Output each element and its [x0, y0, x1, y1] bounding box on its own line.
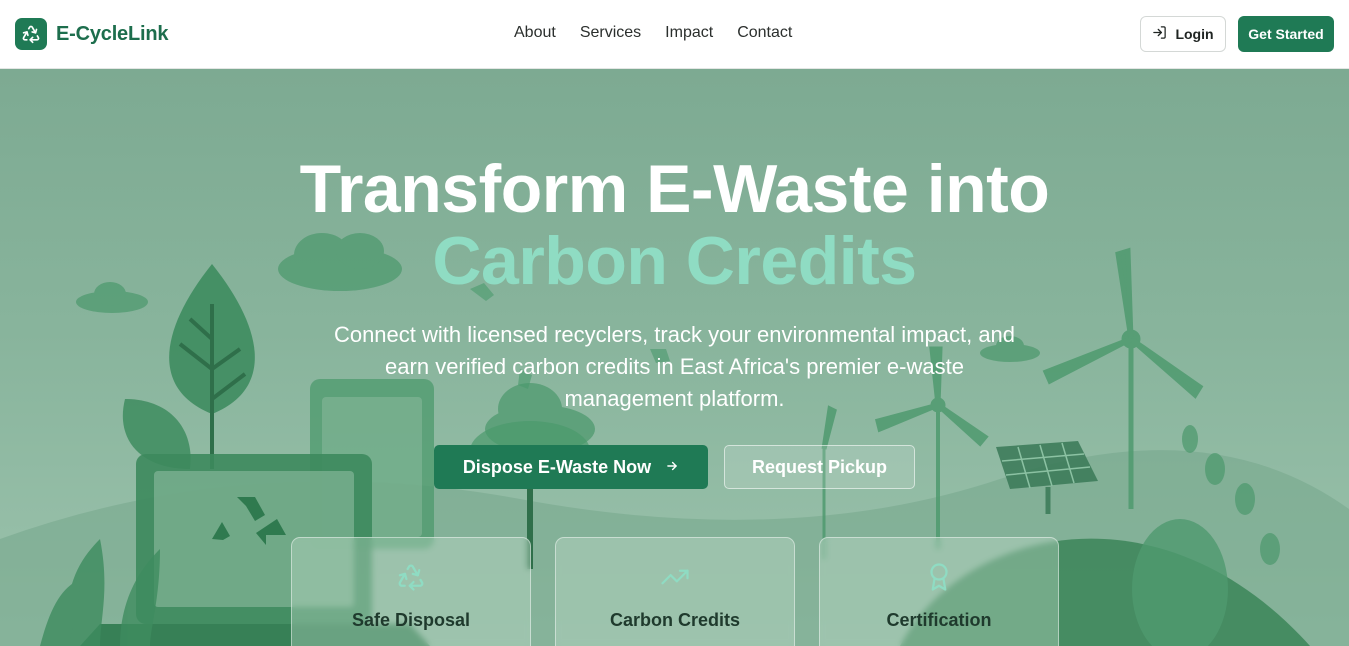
dispose-ewaste-label: Dispose E-Waste Now: [462, 456, 652, 477]
get-started-button[interactable]: Get Started: [1238, 16, 1334, 52]
login-label: Login: [1175, 26, 1214, 42]
feature-title: Certification: [886, 610, 992, 630]
nav-item-services[interactable]: Services: [580, 24, 641, 42]
feature-title: Safe Disposal: [351, 610, 471, 630]
feature-card-safe-disposal[interactable]: Safe Disposal: [291, 537, 531, 646]
request-pickup-button[interactable]: Request Pickup: [724, 445, 915, 489]
feature-card-certification[interactable]: Certification: [819, 537, 1059, 646]
hero-title: Transform E-Waste into Carbon Credits: [0, 153, 1349, 297]
trending-up-icon: [556, 562, 794, 592]
brand[interactable]: E-CycleLink: [15, 18, 168, 50]
recycle-icon: [292, 562, 530, 592]
main-nav: About Services Impact Contact: [514, 24, 792, 42]
feature-title: Carbon Credits: [609, 610, 741, 630]
nav-item-contact[interactable]: Contact: [737, 24, 792, 42]
feature-card-carbon-credits[interactable]: Carbon Credits: [555, 537, 795, 646]
nav-item-impact[interactable]: Impact: [665, 24, 713, 42]
hero-title-accent: Carbon Credits: [432, 223, 917, 299]
hero-title-line1: Transform E-Waste into: [299, 151, 1050, 227]
hero-section: Transform E-Waste into Carbon Credits Co…: [0, 69, 1349, 646]
top-navigation-bar: E-CycleLink About Services Impact Contac…: [0, 0, 1349, 69]
login-button[interactable]: Login: [1140, 16, 1226, 52]
brand-name: E-CycleLink: [56, 22, 169, 45]
dispose-ewaste-button[interactable]: Dispose E-Waste Now: [434, 445, 708, 489]
nav-item-about[interactable]: About: [514, 24, 556, 42]
login-icon: [1152, 25, 1167, 43]
award-icon: [820, 562, 1058, 592]
recycle-icon: [15, 18, 47, 50]
hero-subtitle: Connect with licensed recyclers, track y…: [333, 322, 1016, 411]
arrow-right-icon: [665, 457, 679, 478]
